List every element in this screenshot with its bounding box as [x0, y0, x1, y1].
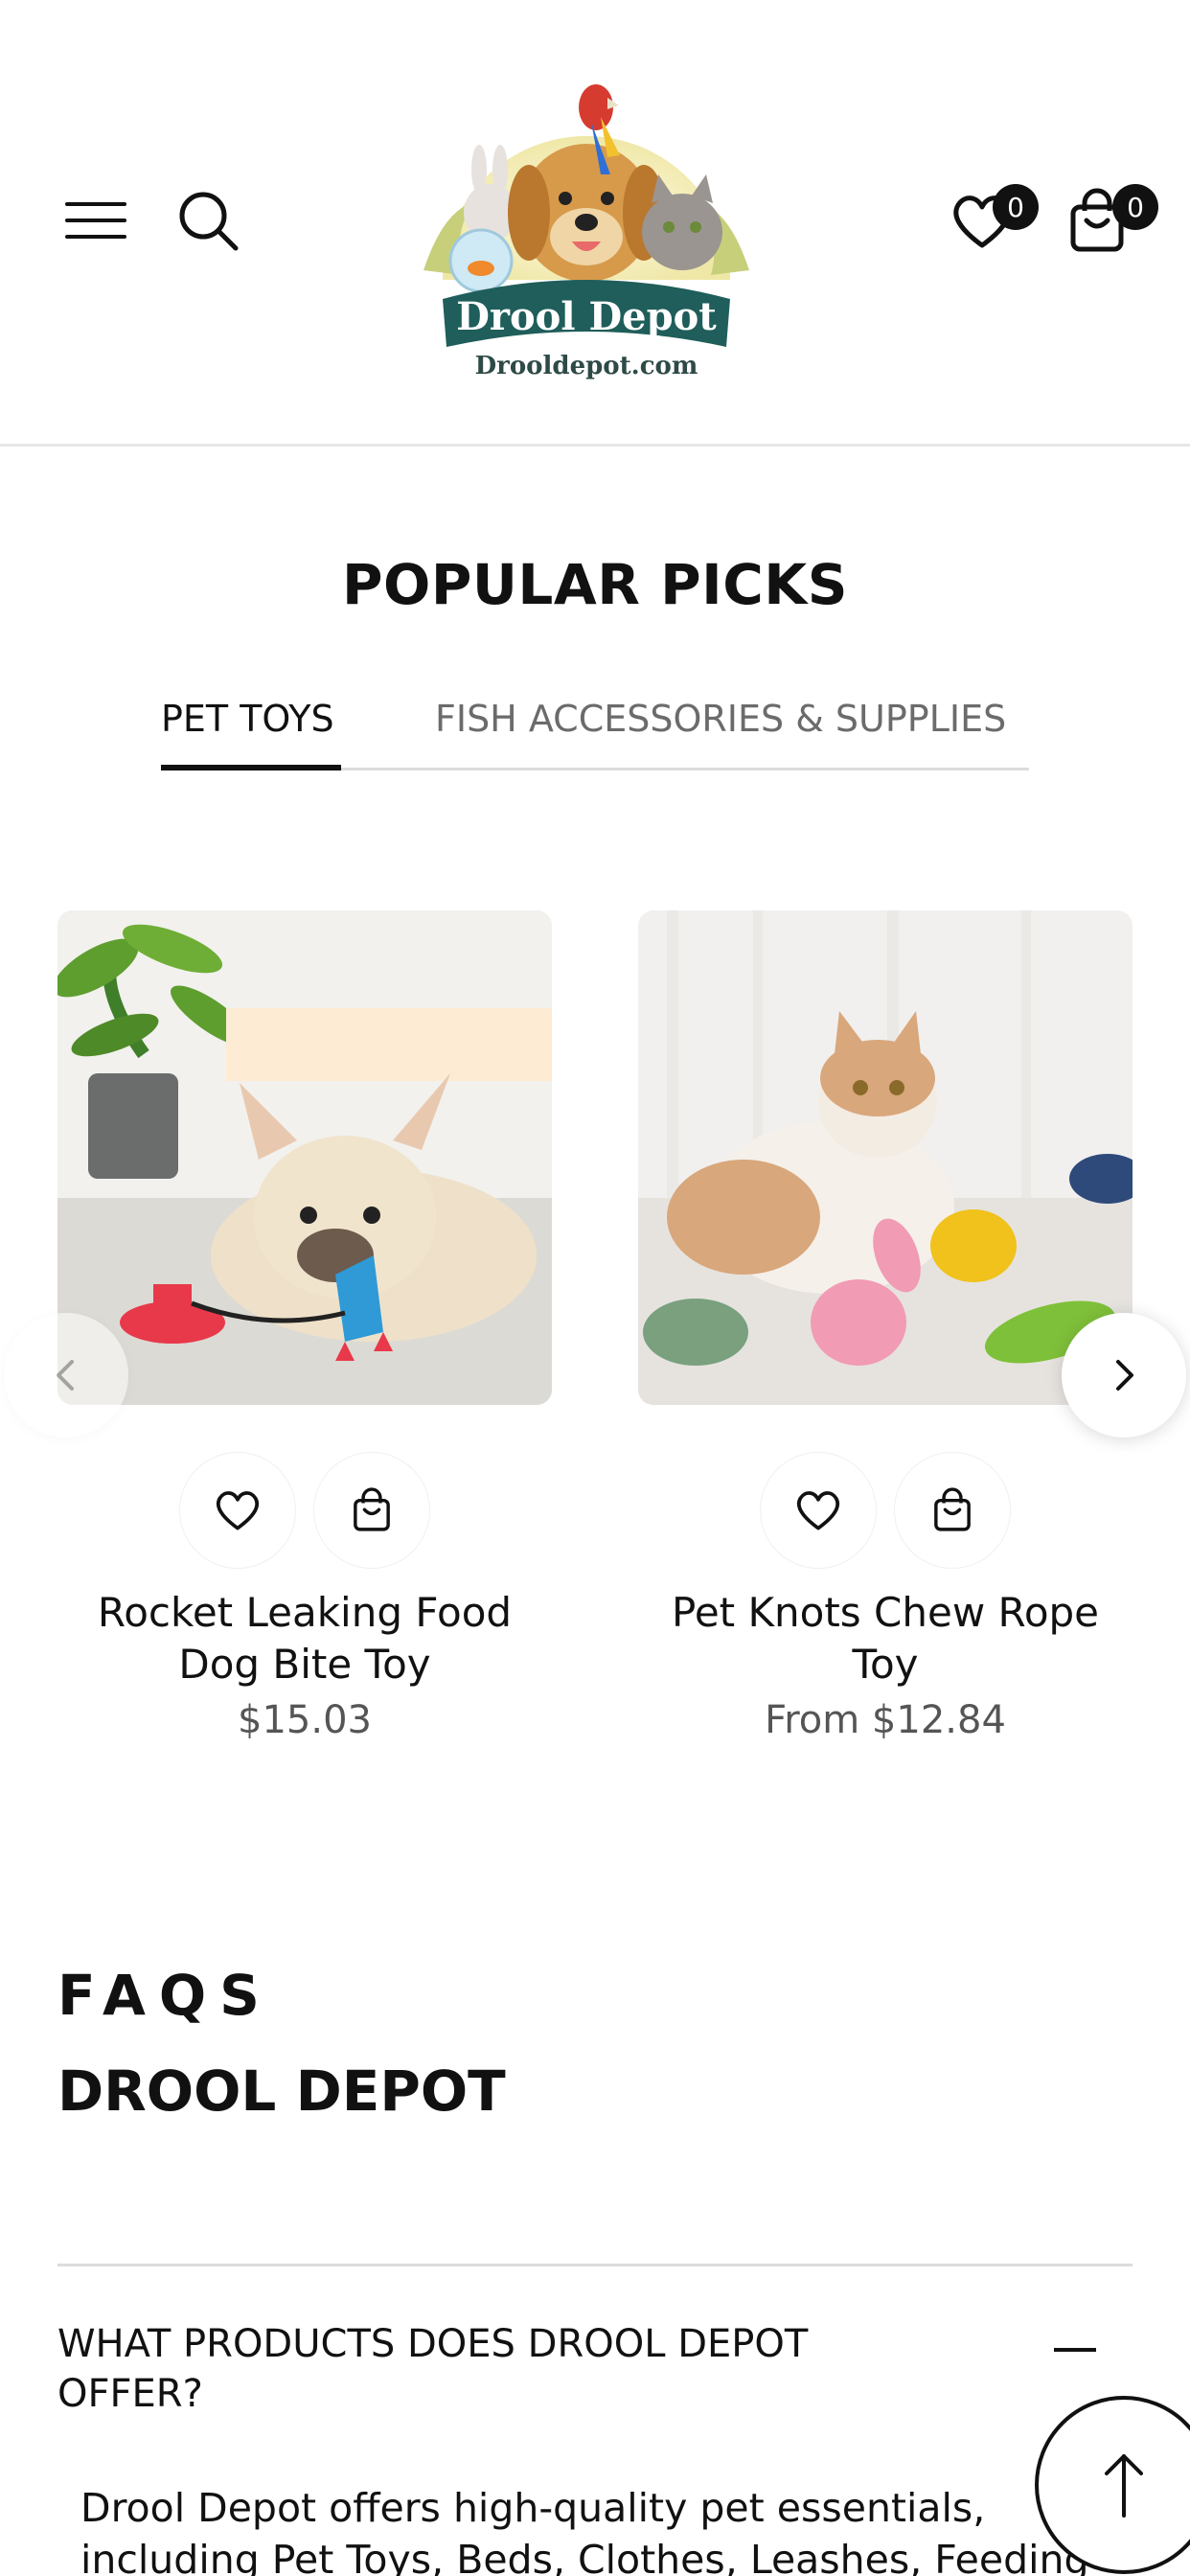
product-price: From $12.84	[765, 1698, 1006, 1742]
add-to-wishlist-button[interactable]	[180, 1453, 295, 1568]
product-card: Rocket Leaking Food Dog Bite Toy $15.03	[57, 910, 552, 1742]
faq-title: DROOL DEPOT	[57, 2058, 506, 2124]
product-image[interactable]	[638, 910, 1133, 1405]
shopping-bag-icon	[354, 1487, 390, 1531]
tab-pet-toys[interactable]: PET TOYS	[161, 698, 334, 740]
faq-question: WHAT PRODUCTS DOES DROOL DEPOT OFFER?	[57, 2322, 809, 2416]
menu-button[interactable]	[59, 196, 136, 244]
collapse-minus-icon	[1054, 2348, 1096, 2352]
active-tab-indicator	[161, 765, 341, 770]
faq-divider	[57, 2264, 1133, 2266]
hamburger-line	[65, 235, 126, 239]
logo-brand-text: Drool Depot	[456, 294, 717, 339]
add-to-wishlist-button[interactable]	[761, 1453, 876, 1568]
shopping-bag-icon	[934, 1487, 971, 1531]
hamburger-line	[65, 218, 126, 222]
site-logo[interactable]: Drool Depot Drooldepot.com	[404, 69, 768, 395]
product-price: $15.03	[238, 1698, 372, 1742]
heart-icon	[216, 1491, 260, 1530]
add-to-cart-button[interactable]	[314, 1453, 429, 1568]
product-name[interactable]: Rocket Leaking Food Dog Bite Toy	[57, 1587, 552, 1690]
product-name[interactable]: Pet Knots Chew Rope Toy	[638, 1587, 1133, 1690]
drool-depot-logo-image: Drool Depot Drooldepot.com	[423, 84, 749, 380]
carousel-prev-button[interactable]	[4, 1313, 128, 1438]
tab-fish-accessories[interactable]: FISH ACCESSORIES & SUPPLIES	[435, 698, 1006, 740]
faq-item[interactable]: WHAT PRODUCTS DOES DROOL DEPOT OFFER?	[57, 2319, 1133, 2425]
logo-domain-text: Drooldepot.com	[475, 352, 698, 380]
chevron-left-icon	[57, 1360, 74, 1391]
search-button[interactable]	[174, 187, 243, 256]
product-card: Pet Knots Chew Rope Toy From $12.84	[638, 910, 1133, 1742]
chevron-right-icon	[1116, 1360, 1133, 1391]
wishlist-count-badge: 0	[993, 184, 1039, 230]
heart-icon	[796, 1491, 840, 1530]
section-title-popular-picks: POPULAR PICKS	[342, 552, 848, 617]
faq-eyebrow: FAQS	[57, 1963, 273, 2028]
hamburger-menu-icon	[65, 202, 126, 206]
product-tabs: PET TOYS FISH ACCESSORIES & SUPPLIES	[161, 690, 1029, 770]
product-image[interactable]	[57, 910, 552, 1405]
product-photo-cat-rope-toy	[638, 910, 1133, 1405]
search-icon	[179, 192, 239, 251]
faq-answer: Drool Depot offers high-quality pet esse…	[80, 2485, 1089, 2576]
site-header: Drool Depot Drooldepot.com 0 0	[0, 0, 1190, 447]
product-photo-dog-toy	[57, 910, 552, 1405]
arrow-up-icon	[1105, 2454, 1143, 2518]
add-to-cart-button[interactable]	[895, 1453, 1010, 1568]
cart-count-badge: 0	[1112, 184, 1158, 230]
product-actions	[57, 1453, 552, 1568]
carousel-next-button[interactable]	[1062, 1313, 1186, 1438]
product-actions	[638, 1453, 1133, 1568]
